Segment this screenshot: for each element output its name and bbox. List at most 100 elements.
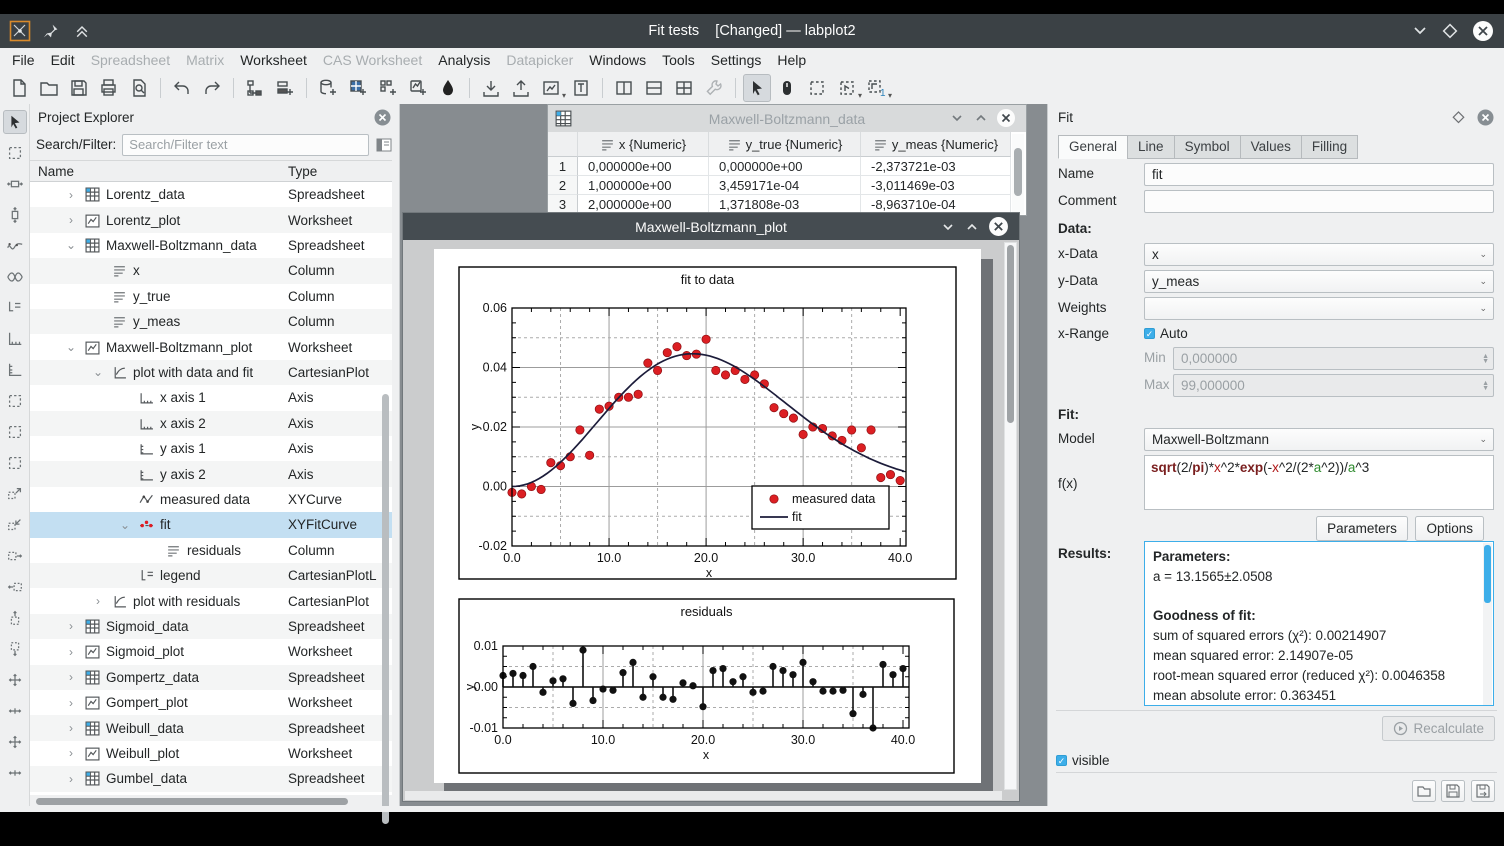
tab-symbol[interactable]: Symbol	[1174, 135, 1240, 159]
row-number[interactable]: 2	[548, 176, 578, 195]
expander-icon[interactable]: ›	[65, 619, 77, 633]
results-scrollbar[interactable]	[1483, 543, 1492, 706]
new-matrix-button[interactable]	[344, 74, 372, 102]
worksheet-maximize-icon[interactable]	[965, 220, 979, 234]
save-file-button[interactable]	[65, 74, 93, 102]
menu-worksheet[interactable]: Worksheet	[232, 49, 315, 71]
tree-item-legend[interactable]: legendCartesianPlotL	[30, 563, 392, 588]
tree-item-lorentz-data[interactable]: ›Lorentz_dataSpreadsheet	[30, 182, 392, 207]
expander-icon[interactable]: ⌄	[65, 238, 77, 252]
split-vertical-button[interactable]	[610, 74, 638, 102]
zoom-select-mode-button[interactable]	[803, 74, 831, 102]
export-button[interactable]	[507, 74, 535, 102]
close-button[interactable]	[1472, 20, 1494, 42]
menu-file[interactable]: File	[4, 49, 43, 71]
load-function-button[interactable]	[1412, 780, 1436, 802]
search-filter-input[interactable]	[122, 134, 369, 156]
expander-icon[interactable]: ›	[65, 721, 77, 735]
float-panel-icon[interactable]	[349, 111, 362, 124]
tree-item-y-axis-2[interactable]: y axis 2Axis	[30, 461, 392, 486]
tree-item-y-meas[interactable]: y_measColumn	[30, 309, 392, 334]
menu-tools[interactable]: Tools	[654, 49, 703, 71]
tree-item-maxwell-boltzmann-plot[interactable]: ⌄Maxwell-Boltzmann_plotWorksheet	[30, 334, 392, 359]
zoom-out-tool[interactable]	[3, 513, 27, 537]
select-region-tool[interactable]	[3, 141, 27, 165]
spreadsheet-window[interactable]: Maxwell-Boltzmann_data x {Numeric}y_true…	[547, 104, 1027, 216]
open-file-button[interactable]	[35, 74, 63, 102]
close-panel-icon[interactable]	[1477, 109, 1494, 126]
new-worksheet-button[interactable]	[404, 74, 432, 102]
menu-analysis[interactable]: Analysis	[430, 49, 498, 71]
model-combobox[interactable]: Maxwell-Boltzmann⌄	[1144, 428, 1494, 451]
charts-canvas[interactable]: fit to data0.010.020.030.040.0-0.020.000…	[434, 249, 981, 783]
tree-item-x[interactable]: xColumn	[30, 258, 392, 283]
expander-icon[interactable]: ›	[65, 772, 77, 786]
visible-checkbox[interactable]: ✓	[1056, 755, 1067, 766]
tree-item-fit[interactable]: ⌄fitXYFitCurve	[30, 512, 392, 537]
recalculate-button[interactable]: Recalculate	[1382, 716, 1495, 741]
auto-checkbox[interactable]: ✓	[1144, 328, 1155, 339]
new-spreadsheet-button[interactable]	[314, 74, 342, 102]
cell[interactable]: 3,459171e-04	[709, 176, 861, 195]
worksheet-titlebar[interactable]: Maxwell-Boltzmann_plot	[403, 213, 1019, 240]
zoom-y-tool[interactable]	[3, 451, 27, 475]
tree-item-y-true[interactable]: y_trueColumn	[30, 284, 392, 309]
column-header-y_meas[interactable]: y_meas {Numeric}	[861, 132, 1011, 157]
tree-item-gompert-plot[interactable]: ›Gompert_plotWorksheet	[30, 690, 392, 715]
new-workbook2-button[interactable]	[374, 74, 402, 102]
add-legend-tool[interactable]	[3, 296, 27, 320]
tree-horizontal-scrollbar[interactable]	[36, 798, 348, 805]
collapse-toolbar-icon[interactable]	[71, 20, 93, 42]
save-function-button[interactable]	[1441, 780, 1465, 802]
column-header-y_true[interactable]: y_true {Numeric}	[709, 132, 861, 157]
cell[interactable]: -2,373721e-03	[861, 157, 1011, 176]
expander-icon[interactable]: ›	[92, 594, 104, 608]
add-x-axis-tool[interactable]	[3, 327, 27, 351]
undo-button[interactable]	[168, 74, 196, 102]
auto-fit-tool[interactable]	[3, 761, 27, 785]
print-button[interactable]	[95, 74, 123, 102]
shift-right-tool[interactable]	[3, 544, 27, 568]
worksheet-minimize-icon[interactable]	[941, 220, 955, 234]
spreadsheet-vertical-scrollbar[interactable]	[1012, 134, 1024, 214]
expander-icon[interactable]: ›	[65, 670, 77, 684]
add-text-button[interactable]	[567, 74, 595, 102]
auto-scale-x-tool[interactable]	[3, 699, 27, 723]
x-data-combobox[interactable]: x⌄	[1144, 243, 1494, 266]
split-grid-button[interactable]	[670, 74, 698, 102]
auto-scale-y-tool[interactable]	[3, 730, 27, 754]
tree-item-gumbel-plot[interactable]: ›Gumbel_plotWorksheet	[30, 792, 392, 795]
menu-edit[interactable]: Edit	[43, 49, 83, 71]
float-panel-icon[interactable]	[1452, 111, 1465, 124]
zoom-in-tool[interactable]	[3, 482, 27, 506]
select-mode-button[interactable]	[743, 74, 771, 102]
navigate-mode-button[interactable]	[773, 74, 801, 102]
worksheet-vertical-scrollbar[interactable]	[1004, 242, 1017, 790]
resize-horizontal-tool[interactable]	[3, 172, 27, 196]
add-smooth-curve-tool[interactable]	[3, 265, 27, 289]
worksheet-window[interactable]: Maxwell-Boltzmann_plot fit to data0.010.…	[402, 212, 1020, 802]
expander-icon[interactable]: ›	[65, 213, 77, 227]
shift-left-tool[interactable]	[3, 575, 27, 599]
expander-icon[interactable]: ›	[65, 696, 77, 710]
expander-icon[interactable]: ›	[65, 645, 77, 659]
expander-icon[interactable]: ⌄	[65, 340, 77, 354]
tree-item-gompertz-data[interactable]: ›Gompertz_dataSpreadsheet	[30, 665, 392, 690]
tree-item-weibull-data[interactable]: ›Weibull_dataSpreadsheet	[30, 715, 392, 740]
print-preview-button[interactable]	[125, 74, 153, 102]
menu-help[interactable]: Help	[769, 49, 814, 71]
shift-down-tool[interactable]	[3, 637, 27, 661]
save-as-function-button[interactable]	[1471, 780, 1495, 802]
type-column-header[interactable]: Type	[288, 164, 317, 179]
auto-scale-tool[interactable]	[3, 668, 27, 692]
tree-item-sigmoid-plot[interactable]: ›Sigmoid_plotWorksheet	[30, 639, 392, 664]
shift-up-tool[interactable]	[3, 606, 27, 630]
tab-values[interactable]: Values	[1240, 135, 1301, 159]
worksheet-page[interactable]: fit to data0.010.020.030.040.0-0.020.000…	[434, 249, 981, 783]
y-data-combobox[interactable]: y_meas⌄	[1144, 270, 1494, 293]
tree-item-sigmoid-data[interactable]: ›Sigmoid_dataSpreadsheet	[30, 614, 392, 639]
plot-area-button[interactable]: 1▾	[863, 74, 891, 102]
tree-item-x-axis-1[interactable]: x axis 1Axis	[30, 385, 392, 410]
tree-item-y-axis-1[interactable]: y axis 1Axis	[30, 436, 392, 461]
name-column-header[interactable]: Name	[38, 164, 74, 179]
